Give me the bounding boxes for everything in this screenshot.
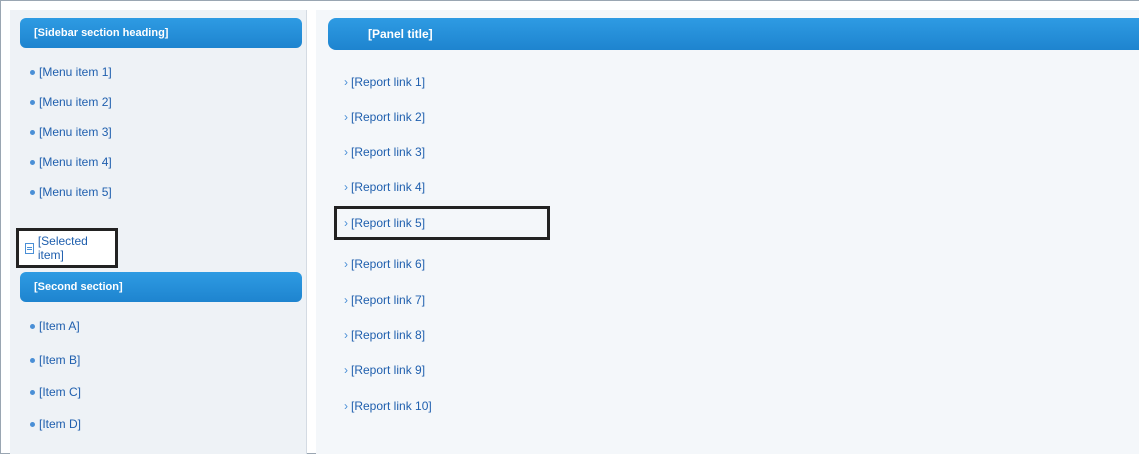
sidebar-item-active-label: [Selected item]	[37, 234, 88, 262]
arrow-icon: ›	[344, 399, 348, 413]
sidebar-item-label: [Menu item 5]	[39, 185, 112, 199]
sidebar-item[interactable]: [Menu item 2]	[30, 92, 112, 112]
report-link[interactable]: › [Report link 6]	[344, 254, 425, 274]
arrow-icon: ›	[344, 75, 348, 89]
report-link[interactable]: › [Report link 9]	[344, 360, 425, 380]
bullet-icon	[30, 159, 35, 165]
sidebar-item-label: [Item C]	[39, 385, 82, 399]
arrow-icon: ›	[344, 180, 348, 194]
arrow-icon: ›	[344, 328, 348, 342]
sidebar-item[interactable]: [Item C]	[30, 382, 81, 402]
sidebar-item-label: [Menu item 1]	[39, 65, 112, 79]
bullet-icon	[30, 189, 35, 195]
report-link-label: [Report link 4]	[351, 180, 426, 194]
report-link-label: [Report link 3]	[351, 145, 426, 159]
sidebar-item[interactable]: [Menu item 1]	[30, 62, 112, 82]
arrow-icon: ›	[344, 293, 348, 307]
report-link-label: [Report link 1]	[351, 75, 426, 89]
arrow-icon: ›	[344, 257, 348, 271]
sidebar-item[interactable]: [Menu item 5]	[30, 182, 112, 202]
report-link-label: [Report link 6]	[351, 257, 426, 271]
main-panel: [Panel title] › [Report link 1] › [Report …	[316, 10, 1139, 454]
arrow-icon: ›	[344, 363, 348, 377]
report-link-label: [Report link 5]	[351, 216, 426, 230]
sidebar-item-label: [Item B]	[39, 353, 81, 367]
report-link[interactable]: › [Report link 8]	[344, 325, 425, 345]
arrow-icon: ›	[344, 145, 348, 159]
report-link[interactable]: › [Report link 7]	[344, 290, 425, 310]
sidebar-header: [Sidebar section heading]	[20, 18, 302, 48]
report-link-highlighted[interactable]: › [Report link 5]	[344, 213, 425, 233]
report-link[interactable]: › [Report link 1]	[344, 72, 425, 92]
bullet-icon	[30, 129, 35, 135]
bullet-icon	[30, 421, 35, 427]
report-link-label: [Report link 8]	[351, 328, 426, 342]
bullet-icon	[30, 389, 35, 395]
sidebar-section2-header: [Second section]	[20, 272, 302, 302]
report-link-label: [Report link 9]	[351, 363, 426, 377]
sidebar-item-label: [Menu item 4]	[39, 155, 112, 169]
sidebar-item[interactable]: [Item A]	[30, 316, 80, 336]
report-link-label: [Report link 7]	[351, 293, 426, 307]
bullet-icon	[30, 323, 35, 329]
sidebar-item[interactable]: [Item B]	[30, 350, 80, 370]
report-link[interactable]: › [Report link 4]	[344, 177, 425, 197]
sidebar-item[interactable]: [Menu item 3]	[30, 122, 112, 142]
sidebar-item-label: [Menu item 2]	[39, 95, 112, 109]
sidebar-item[interactable]: [Menu item 4]	[30, 152, 112, 172]
sidebar-item-label: [Item D]	[39, 417, 82, 431]
report-link[interactable]: › [Report link 2]	[344, 107, 425, 127]
arrow-icon: ›	[344, 110, 348, 124]
document-icon	[25, 242, 34, 254]
report-link-label: [Report link 10]	[351, 399, 432, 413]
bullet-icon	[30, 357, 35, 363]
sidebar-item[interactable]: [Item D]	[30, 414, 81, 434]
report-link[interactable]: › [Report link 10]	[344, 396, 432, 416]
arrow-icon: ›	[344, 216, 348, 230]
sidebar-item-label: [Item A]	[39, 319, 80, 333]
sidebar-item-active[interactable]: [Selected item]	[16, 228, 118, 268]
panel-title: [Panel title]	[328, 18, 1139, 50]
bullet-icon	[30, 69, 35, 75]
report-link[interactable]: › [Report link 3]	[344, 142, 425, 162]
bullet-icon	[30, 99, 35, 105]
sidebar-item-label: [Menu item 3]	[39, 125, 112, 139]
report-link-label: [Report link 2]	[351, 110, 426, 124]
